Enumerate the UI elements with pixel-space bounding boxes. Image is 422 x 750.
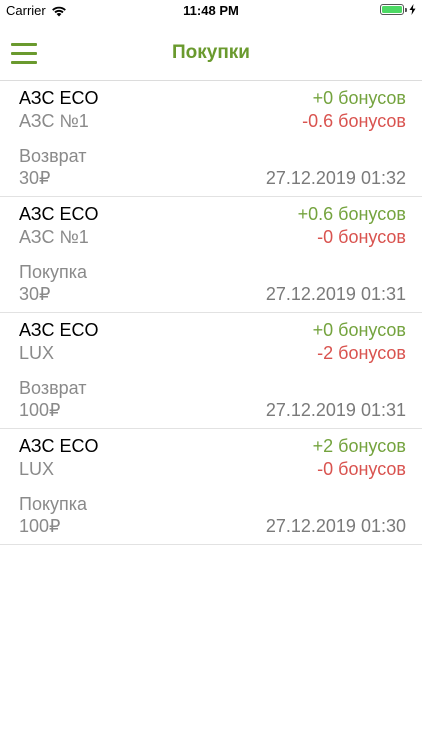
station-name: АЗС ECO xyxy=(19,436,99,456)
transaction-row[interactable]: АЗС ECO АЗС №1 Возврат 30₽ +0 бонусов -0.6 бо… xyxy=(0,81,422,197)
operation-type: Покупка xyxy=(19,494,88,514)
transaction-row[interactable]: АЗС ECO АЗС №1 Покупка 30₽ +0.6 бонусов -0 бо… xyxy=(0,197,422,313)
fuel-type: LUX xyxy=(19,343,55,363)
transaction-date: 27.12.2019 01:31 xyxy=(265,400,406,420)
page-title: Покупки xyxy=(171,42,250,63)
operation-type: Возврат xyxy=(19,378,87,398)
bonus-spent: -0 бонусов xyxy=(317,227,406,247)
station-name: АЗС ECO xyxy=(19,204,99,224)
purchase-amount: 30₽ xyxy=(19,168,51,188)
station-name: АЗС ECO xyxy=(19,88,99,108)
battery-level-fill xyxy=(382,6,402,13)
charging-bolt-icon xyxy=(409,4,416,15)
transactions-list: АЗС ECO АЗС №1 Возврат 30₽ +0 бонусов -0.6 бо… xyxy=(0,81,422,545)
bonus-spent: -0 бонусов xyxy=(317,459,406,479)
battery-icon xyxy=(380,4,404,15)
transaction-row[interactable]: АЗС ECO LUX Возврат 100₽ +0 бонусов -2 бонусо… xyxy=(0,313,422,429)
battery-tip xyxy=(405,7,407,12)
operation-type: Возврат xyxy=(19,146,87,166)
purchase-amount: 100₽ xyxy=(19,516,61,536)
bonus-spent: -2 бонусов xyxy=(317,343,406,363)
bonus-earned: +0 бонусов xyxy=(312,320,406,340)
fuel-type: LUX xyxy=(19,459,55,479)
bonus-earned: +0 бонусов xyxy=(312,88,406,108)
fuel-type: АЗС №1 xyxy=(19,111,89,131)
status-bar: Carrier 11:48 PM xyxy=(0,0,422,22)
purchase-amount: 30₽ xyxy=(19,284,51,304)
clock: 11:48 PM xyxy=(183,3,239,18)
transaction-date: 27.12.2019 01:32 xyxy=(265,168,406,188)
operation-type: Покупка xyxy=(19,262,88,282)
bonus-earned: +0.6 бонусов xyxy=(297,204,406,224)
navigation-bar: Покупки xyxy=(0,22,422,81)
battery-indicator xyxy=(380,4,416,15)
fuel-type: АЗС №1 xyxy=(19,227,89,247)
transaction-row[interactable]: АЗС ECO LUX Покупка 100₽ +2 бонусов -0 бонусо… xyxy=(0,429,422,545)
bonus-earned: +2 бонусов xyxy=(312,436,406,456)
transaction-date: 27.12.2019 01:30 xyxy=(265,516,406,536)
purchase-amount: 100₽ xyxy=(19,400,61,420)
bonus-spent: -0.6 бонусов xyxy=(302,111,406,131)
transaction-date: 27.12.2019 01:31 xyxy=(265,284,406,304)
station-name: АЗС ECO xyxy=(19,320,99,340)
